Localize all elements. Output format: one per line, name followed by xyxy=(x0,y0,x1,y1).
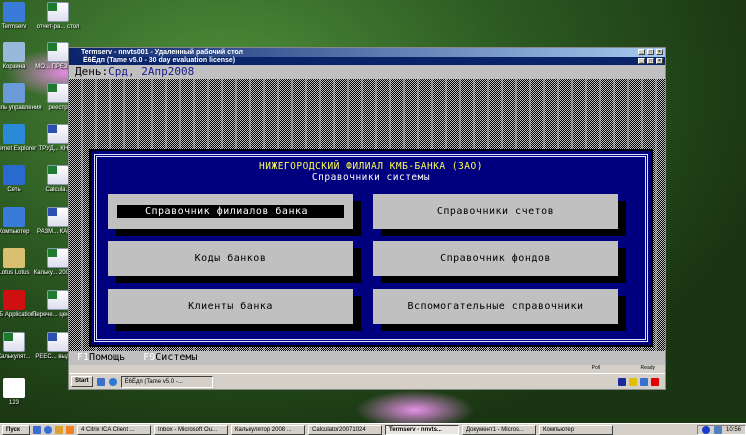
language-icon[interactable] xyxy=(618,377,626,386)
file-icon xyxy=(3,378,25,398)
app-icon xyxy=(3,290,25,310)
inner-close-button[interactable]: × xyxy=(656,58,663,64)
network-icon xyxy=(3,165,25,185)
desktop-icon-label: отчет-ра... стол xyxy=(36,24,80,30)
media-icon[interactable] xyxy=(66,425,74,434)
directories-menu-panel: НИЖЕГОРОДСКИЙ ФИЛИАЛ КМБ-БАНКА (ЗАО) Спр… xyxy=(89,149,653,347)
menu-button-label: Вспомогательные справочники xyxy=(407,301,584,312)
fkey-text: Помощь xyxy=(89,352,126,363)
inner-window-title: Ё6Ёдп (Tame v5.0 - 30 day evaluation lic… xyxy=(83,57,236,64)
ie-icon[interactable] xyxy=(108,377,117,386)
menu-button-accounts[interactable]: Справочники счетов xyxy=(373,194,618,229)
xls-icon xyxy=(47,290,69,310)
computer-icon xyxy=(3,2,25,22)
xls-icon xyxy=(47,165,69,185)
window-title: Termserv - nnvts001 - Удаленный рабочий … xyxy=(81,49,243,56)
xls-icon xyxy=(47,83,69,103)
menu-button-label: Справочник филиалов банка xyxy=(117,205,344,218)
menu-button-label: Клиенты банка xyxy=(188,301,273,312)
window-title-bar[interactable]: Termserv - nnvts001 - Удаленный рабочий … xyxy=(69,48,665,57)
xls-icon xyxy=(47,42,69,62)
inner-title-bar[interactable]: Ё6Ёдп (Tame v5.0 - 30 day evaluation lic… xyxy=(69,57,665,65)
panel-subtitle: Справочники системы xyxy=(311,172,431,183)
status-poll: Poll xyxy=(591,365,600,371)
day-line: День:Срд, 2Апр2008 xyxy=(69,65,665,79)
function-key-bar: F1Помощь F9Системы xyxy=(69,351,665,365)
menu-button-label: Справочник фондов xyxy=(440,253,551,264)
menu-button-clients[interactable]: Клиенты банка xyxy=(108,289,353,324)
terminal-background: НИЖЕГОРОДСКИЙ ФИЛИАЛ КМБ-БАНКА (ЗАО) Спр… xyxy=(69,79,665,351)
lotus-icon xyxy=(3,248,25,268)
menu-button-funds[interactable]: Справочник фондов xyxy=(373,241,618,276)
task-list: 4 Citrix ICA Client ... Inbox - Microsoft… xyxy=(77,424,613,435)
remote-taskbar: Start Ё6Ёдп (Tame v5.0 -... xyxy=(69,373,665,389)
network-icon[interactable] xyxy=(713,425,722,434)
system-tray: 10:56 xyxy=(696,424,746,435)
panel-title: НИЖЕГОРОДСКИЙ ФИЛИАЛ КМБ-БАНКА (ЗАО) xyxy=(259,161,483,172)
n-app-icon[interactable] xyxy=(651,377,659,386)
trash-icon xyxy=(3,42,25,62)
menu-button-label: Коды банков xyxy=(194,253,267,264)
inner-maximize-button[interactable]: □ xyxy=(647,58,654,64)
doc-icon xyxy=(47,207,69,227)
fkey-systems[interactable]: F9Системы xyxy=(143,352,197,363)
taskbar-task[interactable]: 4 Citrix ICA Client ... xyxy=(77,424,151,435)
clock[interactable]: 10:56 xyxy=(726,426,741,434)
fkey-text: Системы xyxy=(155,352,198,363)
xls-icon xyxy=(47,248,69,268)
language-icon[interactable] xyxy=(701,425,710,434)
fkey-help[interactable]: F1Помощь xyxy=(77,352,125,363)
status-ready: Ready xyxy=(640,365,655,371)
day-value: Срд, 2Апр2008 xyxy=(108,65,195,78)
fkey-label: F1 xyxy=(77,352,90,363)
status-bar: Poll Ready xyxy=(69,365,665,373)
taskbar-task[interactable]: Calculator20071024 xyxy=(308,424,382,435)
maximize-button[interactable]: □ xyxy=(647,49,654,55)
doc-icon xyxy=(47,124,69,144)
taskbar-task[interactable]: Калькулятор 2008 ... xyxy=(231,424,305,435)
fkey-label: F9 xyxy=(143,352,156,363)
ie-icon xyxy=(3,124,25,144)
xls-icon xyxy=(47,2,69,22)
menu-button-bank-codes[interactable]: Коды банков xyxy=(108,241,353,276)
taskbar-task[interactable]: Inbox - Microsoft Ou... xyxy=(154,424,228,435)
computer-icon xyxy=(3,207,25,227)
xls-icon xyxy=(3,332,25,352)
desktop-icon-xls[interactable]: отчет-ра... стол xyxy=(28,2,88,31)
volume-icon[interactable] xyxy=(629,377,637,386)
inner-minimize-button[interactable]: _ xyxy=(638,58,645,64)
remote-start-button[interactable]: Start xyxy=(71,376,93,387)
desktop-icon[interactable] xyxy=(96,377,105,386)
desktop-icon-label: 123 xyxy=(8,400,19,406)
control-icon xyxy=(3,83,25,103)
menu-button-branches[interactable]: Справочник филиалов банка xyxy=(108,194,353,229)
desktop-icon-file[interactable]: 123 xyxy=(0,378,44,407)
menu-button-auxiliary[interactable]: Вспомогательные справочники xyxy=(373,289,618,324)
remote-desktop-window[interactable]: Termserv - nnvts001 - Удаленный рабочий … xyxy=(68,47,666,390)
ie-icon[interactable] xyxy=(44,425,52,434)
doc-icon xyxy=(47,332,69,352)
start-button[interactable]: Пуск xyxy=(2,424,30,435)
taskbar-task[interactable]: Termserv - nnvts... xyxy=(385,424,459,435)
taskbar-task[interactable]: Документ1 - Micros... xyxy=(462,424,536,435)
day-label: День: xyxy=(75,65,109,78)
taskbar: Пуск 4 Citrix ICA Client ... Inbox - Micr… xyxy=(0,423,746,435)
remote-task-button[interactable]: Ё6Ёдп (Tame v5.0 -... xyxy=(120,375,213,388)
taskbar-task[interactable]: Компьютер xyxy=(539,424,613,435)
remote-tray xyxy=(618,377,659,386)
show-desktop-icon[interactable] xyxy=(33,425,41,434)
menu-button-label: Справочники счетов xyxy=(436,206,555,217)
close-button[interactable]: × xyxy=(656,49,663,55)
outlook-icon[interactable] xyxy=(55,425,63,434)
minimize-button[interactable]: _ xyxy=(638,49,645,55)
network-icon[interactable] xyxy=(640,377,648,386)
